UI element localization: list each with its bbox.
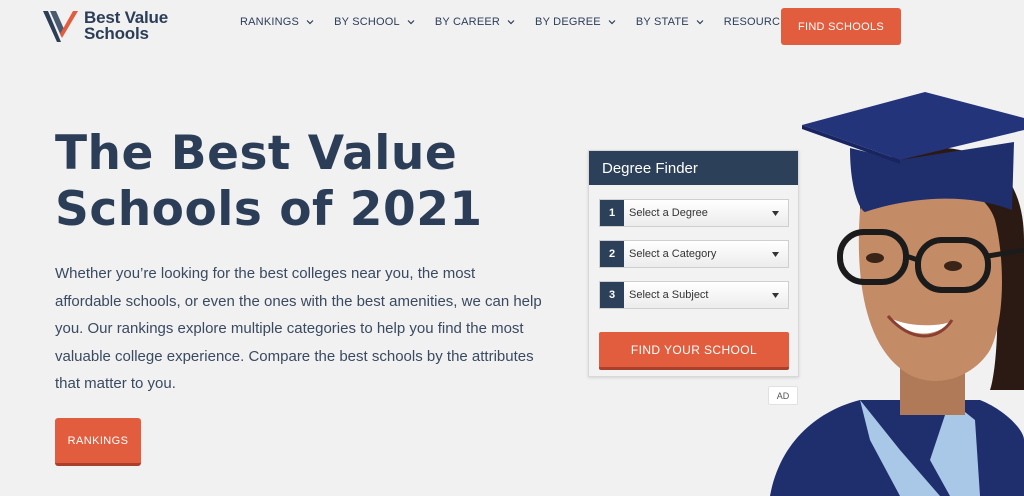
- hero-description: Whether you’re looking for the best coll…: [55, 265, 542, 392]
- nav-rankings[interactable]: RANKINGS: [240, 16, 314, 28]
- chevron-down-icon: [407, 20, 415, 25]
- brand-line-2: Schools: [84, 24, 149, 43]
- chevron-down-icon: [507, 20, 515, 25]
- nav-label: BY DEGREE: [535, 16, 601, 28]
- brand-logo[interactable]: Best Value Schools: [40, 6, 200, 46]
- rankings-button[interactable]: RANKINGS: [55, 418, 141, 466]
- nav-label: BY STATE: [635, 16, 689, 28]
- title-line-1: The Best Value: [55, 126, 458, 181]
- chevron-down-icon: [696, 20, 704, 25]
- graduate-photo: [770, 92, 1024, 496]
- nav-label: BY CAREER: [434, 16, 501, 28]
- title-line-2: Schools of 2021: [55, 182, 483, 237]
- page-title: The Best Value Schools of 2021: [55, 126, 555, 238]
- nav-label: BY SCHOOL: [334, 16, 400, 28]
- find-schools-button[interactable]: FIND SCHOOLS: [781, 8, 901, 45]
- step-number: 3: [600, 282, 624, 308]
- step-number: 1: [600, 200, 624, 226]
- nav-by-school[interactable]: BY SCHOOL: [334, 16, 415, 28]
- chevron-down-icon: [306, 20, 314, 25]
- site-header: Best Value Schools RANKINGS BY SCHOOL BY…: [0, 0, 1024, 52]
- select-placeholder: Select a Degree: [629, 207, 708, 219]
- select-placeholder: Select a Subject: [629, 289, 709, 301]
- main-nav: RANKINGS BY SCHOOL BY CAREER BY DEGREE B…: [240, 16, 842, 28]
- select-placeholder: Select a Category: [629, 248, 717, 260]
- nav-label: RANKINGS: [240, 16, 300, 28]
- step-number: 2: [600, 241, 624, 267]
- chevron-down-icon: [608, 20, 616, 25]
- nav-by-state[interactable]: BY STATE: [636, 16, 704, 28]
- nav-by-career[interactable]: BY CAREER: [435, 16, 515, 28]
- brand-wordmark: Best Value Schools: [84, 9, 168, 43]
- logo-v-mark-icon: [43, 11, 78, 42]
- nav-by-degree[interactable]: BY DEGREE: [535, 16, 616, 28]
